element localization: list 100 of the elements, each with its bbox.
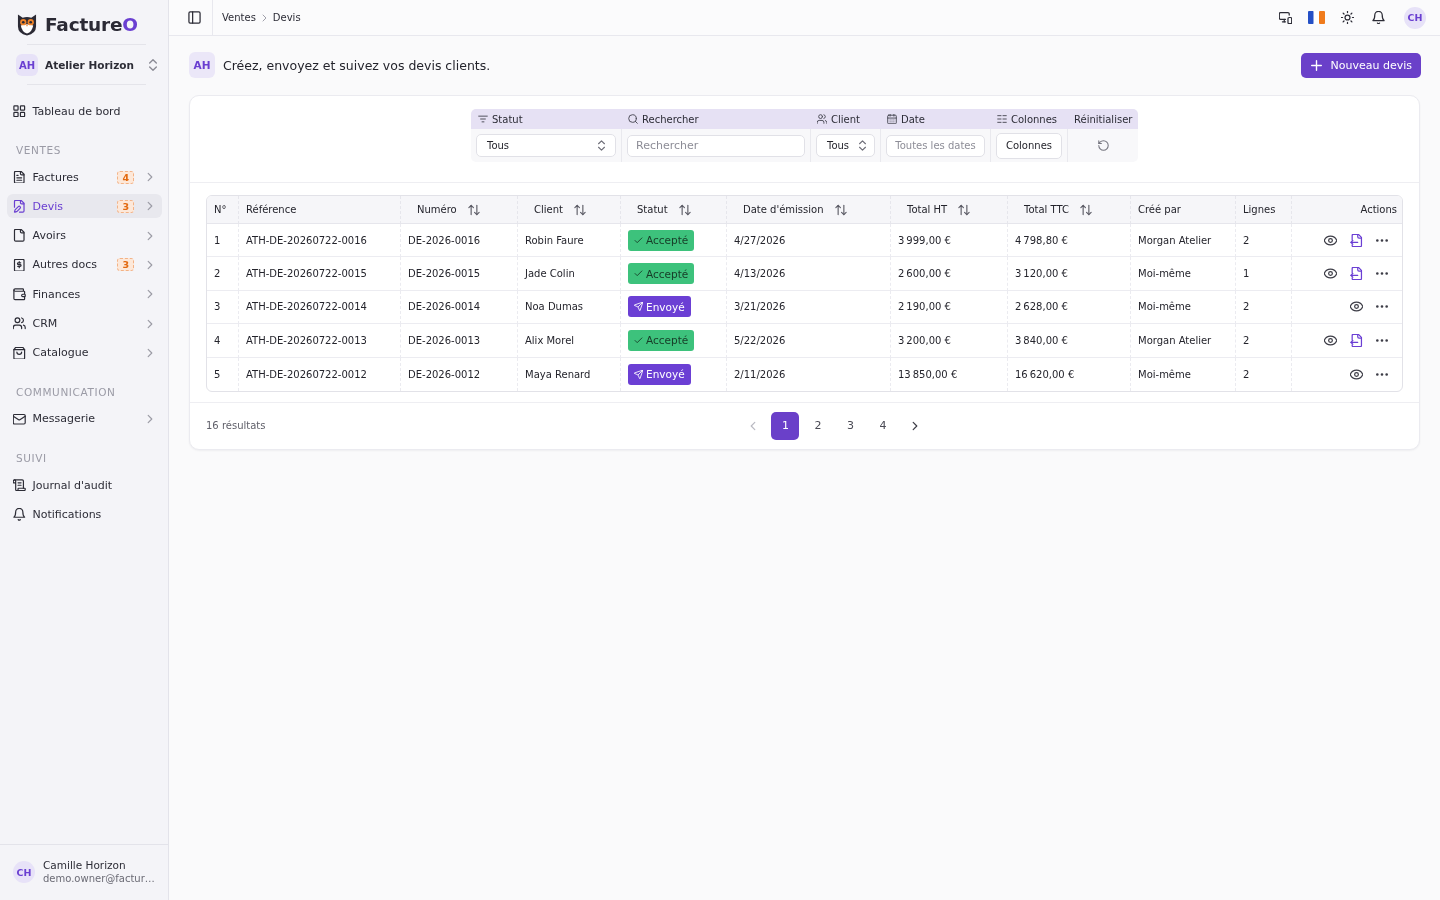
users-icon [817, 114, 827, 124]
bag-icon [13, 346, 26, 360]
section-title: VENTES [15, 145, 62, 157]
sort-arrows-icon [958, 203, 971, 216]
nav-item[interactable]: Finances [7, 282, 162, 307]
eye-icon [1349, 367, 1363, 381]
breadcrumb-current: Devis [272, 12, 301, 23]
chevron-right-icon [147, 318, 153, 329]
nav-item[interactable]: CRM [7, 311, 162, 336]
nav-item[interactable]: Autres docs 3 [7, 253, 162, 277]
chevron-right-icon [147, 289, 153, 300]
page-button[interactable]: 2 [803, 411, 832, 440]
page-button[interactable]: 4 [868, 411, 897, 440]
document-arrow-icon [1349, 333, 1363, 347]
chevron-right-icon [261, 13, 267, 22]
table-cell: 2 190,00 € [891, 290, 1008, 325]
count-badge: 4 [117, 170, 134, 184]
filter-label: Colonnes [1011, 113, 1058, 125]
table-cell: 4/13/2026 [727, 257, 891, 291]
sort-arrows-icon [834, 203, 847, 216]
breadcrumb-link[interactable]: Ventes [222, 12, 256, 23]
sort-arrows-icon [573, 203, 586, 216]
chevron-right-icon [912, 420, 919, 431]
table-cell: 3 200,00 € [891, 324, 1008, 358]
filter-icon [478, 114, 488, 124]
table-cell: 2 [1236, 224, 1292, 258]
search-field[interactable]: Rechercher [627, 134, 805, 157]
table-cell: 2 [1236, 290, 1292, 325]
column-header: Créé par [1131, 196, 1236, 224]
table-cell: 13 850,00 € [891, 357, 1008, 391]
table-cell: Morgan Atelier [1131, 224, 1236, 258]
section-title: COMMUNICATION [15, 387, 117, 399]
bell-icon [1371, 11, 1385, 24]
check-icon [634, 269, 643, 279]
table-cell: 3 120,00 € [1008, 257, 1131, 291]
chevron-right-icon [147, 260, 153, 270]
user-avatar[interactable]: CH [13, 861, 35, 883]
table-cell: 4 [207, 324, 239, 358]
sort-arrows-icon [1080, 203, 1092, 216]
chevron-right-icon [147, 230, 153, 241]
nav-item[interactable]: Catalogue [7, 340, 162, 365]
nav-item[interactable]: Notifications [7, 502, 162, 527]
table-cell: Noa Dumas [518, 290, 621, 325]
eye-icon [1323, 233, 1337, 247]
table-cell: 4/27/2026 [727, 224, 891, 258]
organization-switcher[interactable]: AH Atelier Horizon [16, 54, 157, 76]
send-icon [634, 369, 643, 379]
table-cell: Jade Colin [518, 257, 621, 291]
eye-icon [1349, 300, 1363, 314]
table-cell: 2 600,00 € [891, 257, 1008, 291]
page-description: Créez, envoyez et suivez vos devis clients. [223, 57, 492, 73]
calendar-icon [887, 114, 897, 124]
date-field[interactable]: Toutes les dates [886, 134, 985, 157]
nav-item[interactable]: Messagerie [7, 406, 162, 431]
chevron-right-icon [147, 347, 153, 358]
dropdown[interactable]: Tous [816, 134, 875, 157]
table-cell: DE-2026-0013 [401, 324, 518, 358]
dropdown[interactable]: Tous [476, 134, 616, 157]
table-cell: Moi-même [1131, 257, 1236, 291]
table-cell: ATH-DE-20260722-0014 [239, 290, 401, 325]
wallet-icon [13, 288, 26, 301]
filter-label: Réinitialiser [1074, 113, 1133, 125]
chevrons-up-down-icon [598, 140, 605, 151]
table-cell: 2/11/2026 [727, 357, 891, 391]
new-quote-button[interactable]: Nouveau devis [1300, 52, 1421, 78]
user-name: Camille Horizon [43, 859, 127, 872]
table-cell: DE-2026-0014 [401, 290, 518, 325]
user-email: demo.owner@factur… [43, 872, 155, 885]
table-cell: ATH-DE-20260722-0012 [239, 357, 401, 391]
chevrons-up-down-icon [149, 59, 157, 71]
table-cell: 2 [1236, 324, 1292, 358]
status-badge: Accepté [628, 329, 695, 351]
more-icon [1376, 238, 1388, 242]
sort-arrows-icon [467, 203, 480, 216]
table-cell: 4 798,80 € [1008, 224, 1131, 258]
users-icon [13, 317, 26, 330]
nav-item[interactable]: Avoirs [7, 223, 162, 248]
panel-icon [187, 11, 201, 24]
status-badge: Accepté [628, 229, 695, 251]
column-header: N° [207, 196, 239, 224]
page-button[interactable]: 1 [771, 411, 800, 440]
document-arrow-icon [1349, 233, 1363, 247]
chevron-right-icon [147, 413, 153, 424]
table-cell: DE-2026-0016 [401, 224, 518, 258]
columns-button[interactable]: Colonnes [996, 132, 1062, 159]
nav-item[interactable]: Tableau de bord [7, 99, 162, 123]
dollar-receipt-icon [13, 258, 26, 272]
page-button[interactable]: 3 [836, 411, 865, 440]
status-badge: Envoyé [628, 363, 691, 385]
nav-item[interactable]: Devis 3 [7, 194, 162, 219]
check-icon [634, 335, 643, 345]
reset-button[interactable] [1097, 140, 1109, 151]
table-cell: ATH-DE-20260722-0013 [239, 324, 401, 358]
count-badge: 3 [117, 258, 134, 272]
nav-item[interactable]: Journal d'audit [7, 473, 162, 498]
table-cell: 5/22/2026 [727, 324, 891, 358]
user-avatar[interactable]: CH [1404, 6, 1426, 29]
more-icon [1376, 372, 1388, 376]
nav-item[interactable]: Factures 4 [7, 165, 162, 190]
count-badge: 3 [117, 199, 134, 213]
